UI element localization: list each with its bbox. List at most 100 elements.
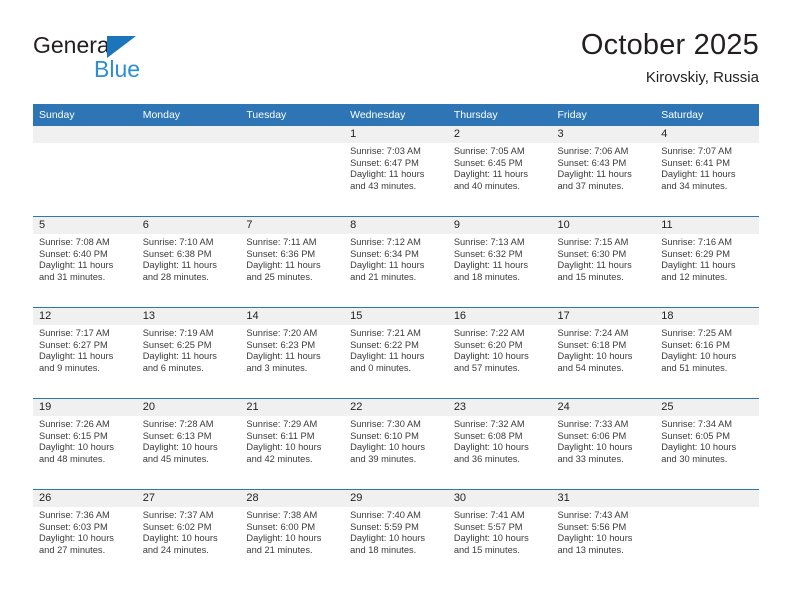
sunset-time: Sunset: 5:57 PM [453,521,523,532]
weekday-header-saturday: Saturday [655,104,759,126]
day-cell[interactable]: 3 Sunrise: 7:06 AM Sunset: 6:43 PM Daylight… [551,126,656,216]
day-details: Sunrise: 7:28 AM Sunset: 6:13 PM Daylight:… [137,416,241,465]
day-details: Sunrise: 7:05 AM Sunset: 6:45 PM Daylight:… [448,143,552,192]
daylight-duration-line2: and 43 minutes. [350,180,417,191]
daylight-duration-line2: and 18 minutes. [453,271,520,282]
sunrise-time: Sunrise: 7:25 AM [661,328,733,338]
day-cell[interactable]: 17 Sunrise: 7:24 AM Sunset: 6:18 PM Dayligh… [551,308,656,398]
day-cell[interactable]: 25 Sunrise: 7:34 AM Sunset: 6:05 PM Dayligh… [655,399,759,489]
calendar-cell: 8 Sunrise: 7:12 AM Sunset: 6:34 PM Daylight… [344,216,448,308]
calendar-cell [136,126,241,217]
day-cell[interactable]: 13 Sunrise: 7:19 AM Sunset: 6:25 PM Dayligh… [136,308,241,398]
day-details: Sunrise: 7:34 AM Sunset: 6:05 PM Daylight:… [655,416,759,465]
day-cell[interactable]: 11 Sunrise: 7:16 AM Sunset: 6:29 PM Dayligh… [655,217,759,307]
day-cell[interactable]: 1 Sunrise: 7:03 AM Sunset: 6:47 PM Daylight… [344,126,448,216]
day-number [136,126,241,143]
general-blue-logo[interactable]: General Blue [33,32,253,90]
calendar-cell: 19 Sunrise: 7:26 AM Sunset: 6:15 PM Dayligh… [33,398,137,490]
day-cell[interactable]: 19 Sunrise: 7:26 AM Sunset: 6:15 PM Dayligh… [33,399,137,489]
day-cell[interactable]: 5 Sunrise: 7:08 AM Sunset: 6:40 PM Daylight… [33,217,137,307]
day-number: 8 [344,217,448,234]
day-cell[interactable]: 10 Sunrise: 7:15 AM Sunset: 6:30 PM Dayligh… [551,217,656,307]
sunset-time: Sunset: 6:00 PM [246,521,316,532]
sunset-time: Sunset: 6:05 PM [661,430,730,441]
day-cell[interactable]: 16 Sunrise: 7:22 AM Sunset: 6:20 PM Dayligh… [447,308,552,398]
daylight-duration-line1: Daylight: 10 hours [142,442,218,453]
day-number: 19 [33,399,137,416]
day-number: 23 [447,399,552,416]
day-cell[interactable]: 14 Sunrise: 7:20 AM Sunset: 6:23 PM Dayligh… [240,308,345,398]
day-number: 10 [551,217,656,234]
daylight-duration-line1: Daylight: 11 hours [453,260,529,271]
day-cell[interactable]: 21 Sunrise: 7:29 AM Sunset: 6:11 PM Dayligh… [240,399,345,489]
day-cell[interactable]: 6 Sunrise: 7:10 AM Sunset: 6:38 PM Daylight… [136,217,241,307]
day-details: Sunrise: 7:22 AM Sunset: 6:20 PM Daylight:… [448,325,552,374]
day-cell[interactable]: 31 Sunrise: 7:43 AM Sunset: 5:56 PM Dayligh… [551,490,656,580]
calendar-week-row: 5 Sunrise: 7:08 AM Sunset: 6:40 PM Daylight… [33,216,759,308]
sunrise-time: Sunrise: 7:26 AM [39,419,110,429]
calendar-cell: 15 Sunrise: 7:21 AM Sunset: 6:22 PM Dayligh… [344,307,448,399]
calendar-cell: 5 Sunrise: 7:08 AM Sunset: 6:40 PM Daylight… [33,216,137,308]
day-number: 17 [551,308,656,325]
weekday-header-friday: Friday [551,104,656,126]
day-cell[interactable]: 20 Sunrise: 7:28 AM Sunset: 6:13 PM Dayligh… [136,399,241,489]
daylight-duration-line1: Daylight: 10 hours [557,533,633,544]
daylight-duration-line1: Daylight: 10 hours [453,533,529,544]
sunrise-time: Sunrise: 7:12 AM [350,237,421,247]
day-cell[interactable]: 2 Sunrise: 7:05 AM Sunset: 6:45 PM Daylight… [447,126,552,216]
sunset-time: Sunset: 6:13 PM [142,430,212,441]
weekday-header-thursday: Thursday [447,104,552,126]
day-cell[interactable]: 7 Sunrise: 7:11 AM Sunset: 6:36 PM Daylight… [240,217,345,307]
calendar-cell: 29 Sunrise: 7:40 AM Sunset: 5:59 PM Dayligh… [344,489,448,580]
sunrise-time: Sunrise: 7:28 AM [142,419,214,429]
day-details: Sunrise: 7:11 AM Sunset: 6:36 PM Daylight:… [240,234,344,283]
day-cell[interactable]: 9 Sunrise: 7:13 AM Sunset: 6:32 PM Daylight… [447,217,552,307]
daylight-duration-line1: Daylight: 10 hours [39,533,114,544]
calendar-cell: 31 Sunrise: 7:43 AM Sunset: 5:56 PM Dayligh… [551,489,656,580]
daylight-duration-line2: and 9 minutes. [39,362,100,373]
day-cell[interactable]: 23 Sunrise: 7:32 AM Sunset: 6:08 PM Dayligh… [447,399,552,489]
day-cell[interactable]: 30 Sunrise: 7:41 AM Sunset: 5:57 PM Dayligh… [447,490,552,580]
sunset-time: Sunset: 5:56 PM [557,521,627,532]
day-cell[interactable]: 24 Sunrise: 7:33 AM Sunset: 6:06 PM Dayligh… [551,399,656,489]
day-cell[interactable]: 8 Sunrise: 7:12 AM Sunset: 6:34 PM Daylight… [344,217,448,307]
day-number: 30 [447,490,552,507]
day-cell[interactable]: 29 Sunrise: 7:40 AM Sunset: 5:59 PM Dayligh… [344,490,448,580]
day-details: Sunrise: 7:13 AM Sunset: 6:32 PM Daylight:… [448,234,552,283]
sunset-time: Sunset: 6:20 PM [453,339,523,350]
day-number: 22 [344,399,448,416]
day-cell[interactable]: 18 Sunrise: 7:25 AM Sunset: 6:16 PM Dayligh… [655,308,759,398]
daylight-duration-line1: Daylight: 10 hours [661,351,737,362]
sunrise-time: Sunrise: 7:38 AM [246,510,318,520]
sunset-time: Sunset: 6:43 PM [557,157,627,168]
day-number: 1 [344,126,448,143]
sunrise-time: Sunrise: 7:07 AM [661,146,733,156]
day-cell[interactable]: 22 Sunrise: 7:30 AM Sunset: 6:10 PM Dayligh… [344,399,448,489]
sunset-time: Sunset: 6:38 PM [142,248,212,259]
day-number: 26 [33,490,137,507]
day-number: 21 [240,399,345,416]
daylight-duration-line2: and 15 minutes. [557,271,624,282]
daylight-duration-line2: and 37 minutes. [557,180,624,191]
sunset-time: Sunset: 6:10 PM [350,430,419,441]
day-number: 25 [655,399,759,416]
calendar-body: 1 Sunrise: 7:03 AM Sunset: 6:47 PM Daylight… [33,126,759,580]
day-cell[interactable]: 26 Sunrise: 7:36 AM Sunset: 6:03 PM Dayligh… [33,490,137,580]
sunset-time: Sunset: 6:27 PM [39,339,108,350]
sunset-time: Sunset: 6:23 PM [246,339,316,350]
day-cell[interactable]: 15 Sunrise: 7:21 AM Sunset: 6:22 PM Dayligh… [344,308,448,398]
day-cell[interactable]: 12 Sunrise: 7:17 AM Sunset: 6:27 PM Dayligh… [33,308,137,398]
daylight-duration-line2: and 33 minutes. [557,453,624,464]
sunrise-time: Sunrise: 7:24 AM [557,328,629,338]
daylight-duration-line2: and 36 minutes. [453,453,520,464]
day-cell[interactable]: 27 Sunrise: 7:37 AM Sunset: 6:02 PM Dayligh… [136,490,241,580]
sunset-time: Sunset: 6:16 PM [661,339,730,350]
day-cell[interactable]: 4 Sunrise: 7:07 AM Sunset: 6:41 PM Daylight… [655,126,759,216]
sunset-time: Sunset: 6:45 PM [453,157,523,168]
calendar-cell: 25 Sunrise: 7:34 AM Sunset: 6:05 PM Dayligh… [655,398,759,490]
day-number: 2 [447,126,552,143]
day-details: Sunrise: 7:15 AM Sunset: 6:30 PM Daylight:… [552,234,656,283]
sunrise-time: Sunrise: 7:29 AM [246,419,318,429]
day-cell[interactable]: 28 Sunrise: 7:38 AM Sunset: 6:00 PM Dayligh… [240,490,345,580]
sunset-time: Sunset: 6:32 PM [453,248,523,259]
